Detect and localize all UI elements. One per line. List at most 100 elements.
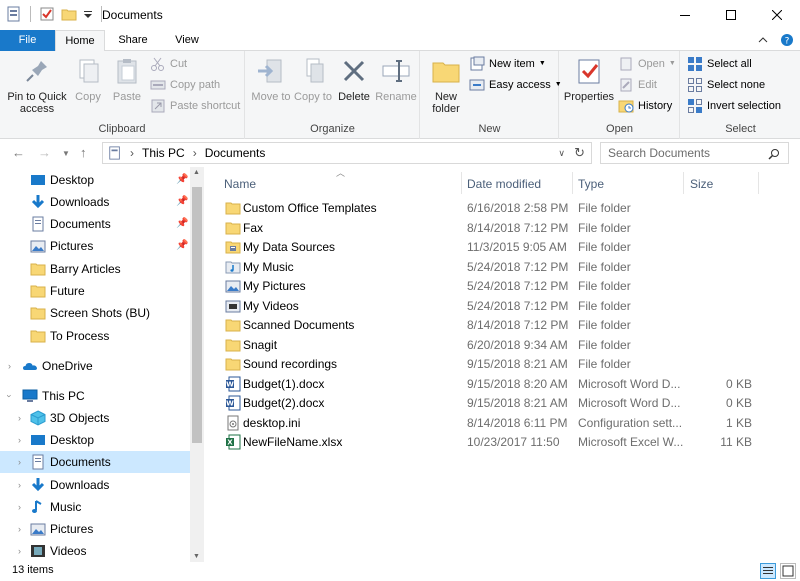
search-input[interactable]: Search Documents: [600, 142, 789, 164]
file-row[interactable]: X NewFileName.xlsx 10/23/2017 11:50 Microso…: [221, 433, 761, 453]
column-divider[interactable]: [572, 172, 573, 194]
paste-button[interactable]: Paste: [108, 55, 146, 103]
address-bar[interactable]: › This PC › Documents ∨ ↻: [102, 142, 592, 164]
nav-item-downloads[interactable]: Downloads: [30, 191, 109, 213]
tab-share[interactable]: Share: [108, 30, 158, 51]
file-row[interactable]: Fax 8/14/2018 7:12 PM File folder: [221, 219, 761, 239]
expand-chevron-icon[interactable]: ›: [18, 524, 21, 534]
column-header-name[interactable]: Name: [224, 172, 256, 196]
new-folder-quick-icon[interactable]: [61, 6, 77, 22]
file-row[interactable]: My Pictures 5/24/2018 7:12 PM File folder: [221, 277, 761, 297]
pin-icon[interactable]: 📌: [176, 196, 188, 207]
nav-item-screen-shots[interactable]: Screen Shots (BU): [30, 302, 150, 324]
details-view-button[interactable]: [760, 563, 776, 579]
scroll-up-icon[interactable]: ▲: [193, 169, 200, 176]
file-row[interactable]: desktop.ini 8/14/2018 6:11 PM Configuratio…: [221, 414, 761, 434]
file-row[interactable]: W Budget(1).docx 9/15/2018 8:20 AM Microsof…: [221, 375, 761, 395]
column-header-date[interactable]: Date modified: [467, 172, 541, 196]
properties-button[interactable]: Properties: [562, 55, 616, 103]
up-arrow-icon[interactable]: ↑: [80, 145, 87, 160]
close-button[interactable]: [754, 0, 800, 30]
file-row[interactable]: My Videos 5/24/2018 7:12 PM File folder: [221, 297, 761, 317]
file-row[interactable]: My Data Sources 11/3/2015 9:05 AM File fol…: [221, 238, 761, 258]
expand-chevron-icon[interactable]: ›: [18, 413, 21, 423]
nav-item-videos[interactable]: Videos: [30, 540, 86, 562]
nav-item-pictures[interactable]: Pictures: [30, 235, 93, 257]
nav-item-pc-desktop[interactable]: Desktop: [30, 429, 94, 451]
nav-item-documents[interactable]: Documents: [30, 213, 111, 235]
scrollbar-thumb[interactable]: [192, 187, 202, 443]
cut-button[interactable]: Cut: [150, 55, 187, 73]
tab-home[interactable]: Home: [55, 30, 105, 52]
nav-item-pc-documents[interactable]: › Documents: [0, 451, 190, 473]
nav-item-to-process[interactable]: To Process: [30, 325, 109, 347]
address-dropdown-icon[interactable]: ∨: [558, 148, 565, 159]
invert-selection-button[interactable]: Invert selection: [687, 97, 781, 115]
pin-icon[interactable]: 📌: [176, 218, 188, 229]
customize-toolbar-icon[interactable]: [83, 6, 93, 22]
nav-item-barry-articles[interactable]: Barry Articles: [30, 258, 121, 280]
maximize-button[interactable]: [708, 0, 754, 30]
column-header-size[interactable]: Size: [690, 172, 713, 196]
select-all-button[interactable]: Select all: [687, 55, 752, 73]
back-arrow-icon[interactable]: ←: [12, 145, 25, 160]
pin-quick-access-button[interactable]: Pin to Quick access: [4, 55, 70, 115]
breadcrumb-documents[interactable]: Documents: [205, 146, 266, 160]
refresh-icon[interactable]: ↻: [574, 145, 585, 161]
nav-item-pc-downloads[interactable]: Downloads: [30, 474, 109, 496]
select-none-button[interactable]: Select none: [687, 76, 765, 94]
nav-item-music[interactable]: Music: [30, 496, 81, 518]
expand-chevron-icon[interactable]: ›: [18, 546, 21, 556]
new-folder-button[interactable]: New folder: [425, 55, 467, 115]
nav-item-pc-pictures[interactable]: Pictures: [30, 518, 93, 540]
nav-scrollbar[interactable]: ▲ ▼: [190, 167, 204, 562]
tab-file[interactable]: File: [0, 30, 55, 51]
copy-path-button[interactable]: Copy path: [150, 76, 220, 94]
recent-locations-icon[interactable]: ▼: [62, 149, 70, 158]
column-divider[interactable]: [683, 172, 684, 194]
minimize-button[interactable]: [662, 0, 708, 30]
breadcrumb-this-pc[interactable]: This PC: [142, 146, 185, 160]
history-button[interactable]: History: [618, 97, 672, 115]
nav-item-future[interactable]: Future: [30, 280, 85, 302]
expand-chevron-icon[interactable]: ›: [18, 435, 21, 445]
move-to-button[interactable]: Move to: [250, 55, 292, 103]
column-header-type[interactable]: Type: [578, 172, 604, 196]
collapse-ribbon-icon[interactable]: [758, 33, 768, 47]
nav-item-3d-objects[interactable]: 3D Objects: [30, 407, 109, 429]
column-divider[interactable]: [461, 172, 462, 194]
forward-arrow-icon[interactable]: →: [38, 145, 51, 160]
column-divider[interactable]: [758, 172, 759, 194]
properties-quick-icon[interactable]: [39, 6, 55, 22]
nav-item-this-pc[interactable]: This PC: [22, 385, 85, 407]
file-row[interactable]: Sound recordings 9/15/2018 8:21 AM File fo…: [221, 355, 761, 375]
collapse-chevron-icon[interactable]: ›: [5, 395, 15, 398]
easy-access-button[interactable]: Easy access ▼: [469, 76, 562, 94]
nav-item-desktop[interactable]: Desktop: [30, 169, 94, 191]
nav-item-onedrive[interactable]: OneDrive: [22, 355, 93, 377]
scroll-down-icon[interactable]: ▼: [193, 553, 200, 560]
file-row[interactable]: Custom Office Templates 6/16/2018 2:58 PM…: [221, 199, 761, 219]
pin-icon[interactable]: 📌: [176, 174, 188, 185]
explorer-app-icon[interactable]: [6, 6, 22, 22]
help-icon[interactable]: ?: [780, 33, 794, 47]
expand-chevron-icon[interactable]: ›: [18, 451, 21, 473]
expand-chevron-icon[interactable]: ›: [18, 502, 21, 512]
file-row[interactable]: W Budget(2).docx 9/15/2018 8:21 AM Microsof…: [221, 394, 761, 414]
file-row[interactable]: My Music 5/24/2018 7:12 PM File folder: [221, 258, 761, 278]
file-row[interactable]: Snagit 6/20/2018 9:34 AM File folder: [221, 336, 761, 356]
expand-chevron-icon[interactable]: ›: [8, 361, 11, 371]
large-icons-view-button[interactable]: [780, 563, 796, 579]
paste-shortcut-button[interactable]: Paste shortcut: [150, 97, 240, 115]
copy-to-button[interactable]: Copy to: [292, 55, 334, 103]
expand-chevron-icon[interactable]: ›: [18, 480, 21, 490]
pin-icon[interactable]: 📌: [176, 240, 188, 251]
rename-button[interactable]: Rename: [374, 55, 418, 103]
copy-button[interactable]: Copy: [70, 55, 106, 103]
edit-button[interactable]: Edit: [618, 76, 657, 94]
delete-button[interactable]: Delete: [334, 55, 374, 103]
new-item-button[interactable]: New item ▼: [469, 55, 546, 73]
tab-view[interactable]: View: [162, 30, 212, 51]
file-row[interactable]: Scanned Documents 8/14/2018 7:12 PM File f…: [221, 316, 761, 336]
open-button[interactable]: Open ▼: [618, 55, 676, 73]
